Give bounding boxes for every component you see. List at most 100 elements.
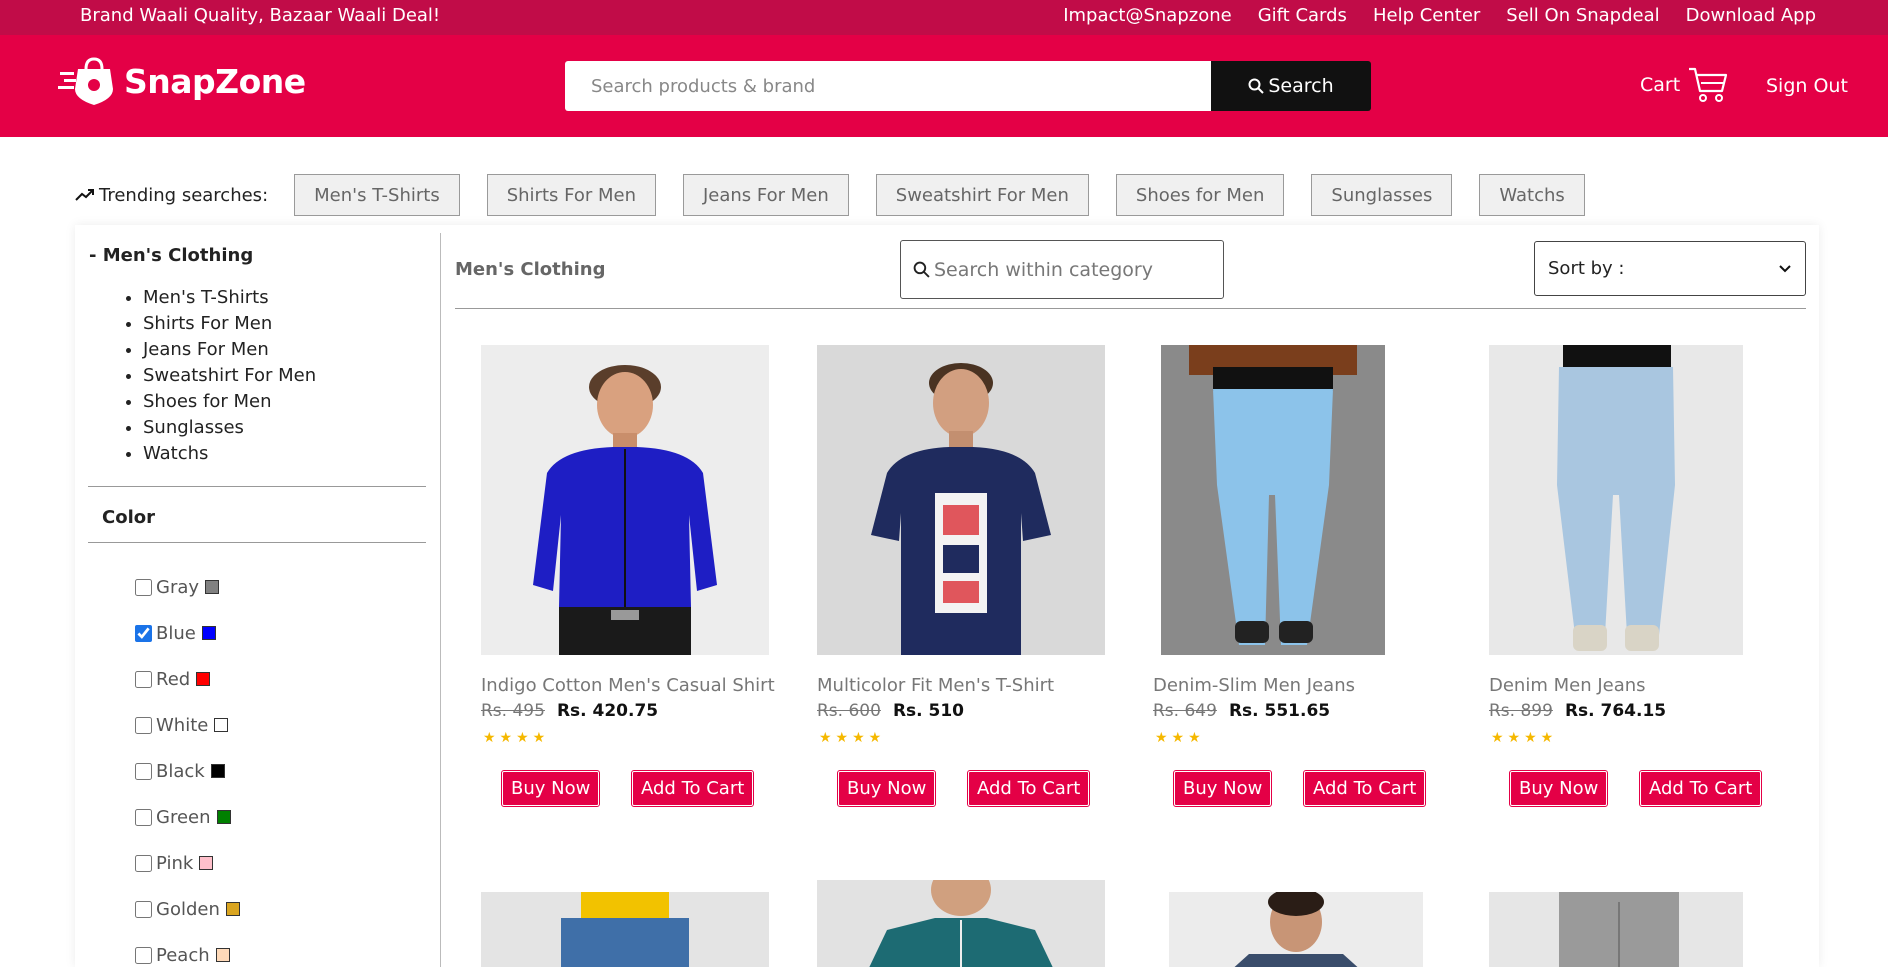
add-to-cart-button[interactable]: Add To Cart	[630, 770, 755, 807]
buy-now-button[interactable]: Buy Now	[836, 770, 937, 807]
trending-chip-jeans[interactable]: Jeans For Men	[682, 174, 849, 216]
color-label: Green	[156, 806, 211, 828]
link-download-app[interactable]: Download App	[1686, 5, 1816, 26]
color-checkbox[interactable]	[135, 854, 152, 872]
color-filter-list: Gray Blue Red White Black Green Pink Golden Peac…	[135, 564, 240, 967]
product-name[interactable]: Indigo Cotton Men's Casual Shirt	[481, 675, 775, 696]
category-item-shirts[interactable]: Shirts For Men	[143, 311, 316, 337]
product-image[interactable]	[1161, 345, 1385, 655]
signout-button[interactable]: Sign Out	[1766, 75, 1848, 97]
star-rating: ★★★★	[483, 730, 550, 746]
add-to-cart-button[interactable]: Add To Cart	[1638, 770, 1763, 807]
filter-sidebar: - Men's Clothing Men's T-Shirts Shirts F…	[75, 233, 441, 967]
product-price: Rs. 899 Rs. 764.15	[1489, 701, 1666, 721]
cart-button[interactable]: Cart	[1640, 65, 1728, 105]
product-price: Rs. 600 Rs. 510	[817, 701, 964, 721]
category-item-sweatshirt[interactable]: Sweatshirt For Men	[143, 363, 316, 389]
color-label: White	[156, 714, 209, 736]
color-option-white[interactable]: White	[135, 702, 240, 748]
color-checkbox[interactable]	[135, 900, 152, 918]
trending-chip-watchs[interactable]: Watchs	[1479, 174, 1585, 216]
color-option-black[interactable]: Black	[135, 748, 240, 794]
sale-price: Rs. 510	[892, 701, 965, 721]
link-help-center[interactable]: Help Center	[1373, 5, 1480, 26]
product-image[interactable]	[1489, 345, 1743, 655]
cart-label: Cart	[1640, 74, 1681, 96]
search-button[interactable]: Search	[1211, 61, 1371, 111]
color-checkbox[interactable]	[135, 762, 152, 780]
category-item-watchs[interactable]: Watchs	[143, 441, 316, 467]
color-checkbox[interactable]	[135, 808, 152, 826]
link-gift-cards[interactable]: Gift Cards	[1258, 5, 1347, 26]
color-option-pink[interactable]: Pink	[135, 840, 240, 886]
search-icon	[913, 261, 930, 278]
color-option-green[interactable]: Green	[135, 794, 240, 840]
sort-select[interactable]: Sort by :	[1534, 241, 1806, 296]
color-label: Black	[156, 760, 205, 782]
color-option-gray[interactable]: Gray	[135, 564, 240, 610]
search-input[interactable]	[565, 61, 1211, 111]
color-checkbox[interactable]	[135, 946, 152, 964]
tagline: Brand Waali Quality, Bazaar Waali Deal!	[80, 5, 441, 26]
product-name[interactable]: Denim-Slim Men Jeans	[1153, 675, 1355, 696]
divider	[88, 486, 426, 487]
product-image[interactable]	[1169, 892, 1423, 967]
product-name[interactable]: Denim Men Jeans	[1489, 675, 1646, 696]
color-swatch	[201, 626, 216, 640]
color-swatch	[225, 902, 240, 916]
product-image[interactable]	[1489, 892, 1743, 967]
add-to-cart-button[interactable]: Add To Cart	[1302, 770, 1427, 807]
sale-price: Rs. 420.75	[556, 701, 659, 721]
color-option-golden[interactable]: Golden	[135, 886, 240, 932]
product-image[interactable]	[817, 345, 1105, 655]
color-option-red[interactable]: Red	[135, 656, 240, 702]
trending-chip-tshirts[interactable]: Men's T-Shirts	[294, 174, 460, 216]
color-swatch	[199, 856, 214, 870]
cart-icon	[1689, 67, 1728, 102]
product-price: Rs. 649 Rs. 551.65	[1153, 701, 1330, 721]
product-image[interactable]	[817, 880, 1105, 967]
divider	[88, 542, 426, 543]
product-area: Men's Clothing Sort by :	[455, 225, 1806, 967]
top-strip: Brand Waali Quality, Bazaar Waali Deal! …	[0, 0, 1888, 35]
add-to-cart-button[interactable]: Add To Cart	[966, 770, 1091, 807]
category-item-sunglasses[interactable]: Sunglasses	[143, 415, 316, 441]
sale-price: Rs. 551.65	[1228, 701, 1331, 721]
category-item-tshirts[interactable]: Men's T-Shirts	[143, 285, 316, 311]
category-title[interactable]: - Men's Clothing	[89, 245, 253, 266]
category-item-shoes[interactable]: Shoes for Men	[143, 389, 316, 415]
color-option-blue[interactable]: Blue	[135, 610, 240, 656]
color-option-peach[interactable]: Peach	[135, 932, 240, 967]
category-item-jeans[interactable]: Jeans For Men	[143, 337, 316, 363]
color-checkbox[interactable]	[135, 670, 152, 688]
chevron-down-icon	[1779, 264, 1791, 272]
search-button-label: Search	[1268, 75, 1334, 97]
sale-price: Rs. 764.15	[1564, 701, 1667, 721]
color-checkbox[interactable]	[135, 578, 152, 596]
color-checkbox[interactable]	[135, 716, 152, 734]
buy-now-button[interactable]: Buy Now	[1172, 770, 1273, 807]
logo[interactable]: SnapZone	[58, 55, 306, 107]
product-price: Rs. 495 Rs. 420.75	[481, 701, 658, 721]
color-swatch	[205, 580, 220, 594]
product-name[interactable]: Multicolor Fit Men's T-Shirt	[817, 675, 1054, 696]
trending-chip-shoes[interactable]: Shoes for Men	[1115, 174, 1285, 216]
link-sell[interactable]: Sell On Snapdeal	[1506, 5, 1659, 26]
product-image[interactable]	[481, 345, 769, 655]
product-image[interactable]	[481, 892, 769, 967]
category-search	[900, 240, 1224, 299]
buy-now-button[interactable]: Buy Now	[1508, 770, 1609, 807]
link-impact[interactable]: Impact@Snapzone	[1063, 5, 1232, 26]
color-label: Gray	[156, 576, 200, 598]
color-swatch	[196, 672, 211, 686]
color-checkbox[interactable]	[135, 624, 152, 642]
original-price: Rs. 600	[817, 701, 881, 721]
color-filter-title: Color	[102, 507, 155, 528]
color-swatch	[210, 764, 225, 778]
trending-chip-sweatshirt[interactable]: Sweatshirt For Men	[875, 174, 1089, 216]
trending-chip-shirts[interactable]: Shirts For Men	[486, 174, 656, 216]
trending-chip-sunglasses[interactable]: Sunglasses	[1311, 174, 1453, 216]
buy-now-button[interactable]: Buy Now	[500, 770, 601, 807]
category-search-input[interactable]	[934, 258, 1214, 281]
star-rating: ★★★★	[1491, 730, 1558, 746]
